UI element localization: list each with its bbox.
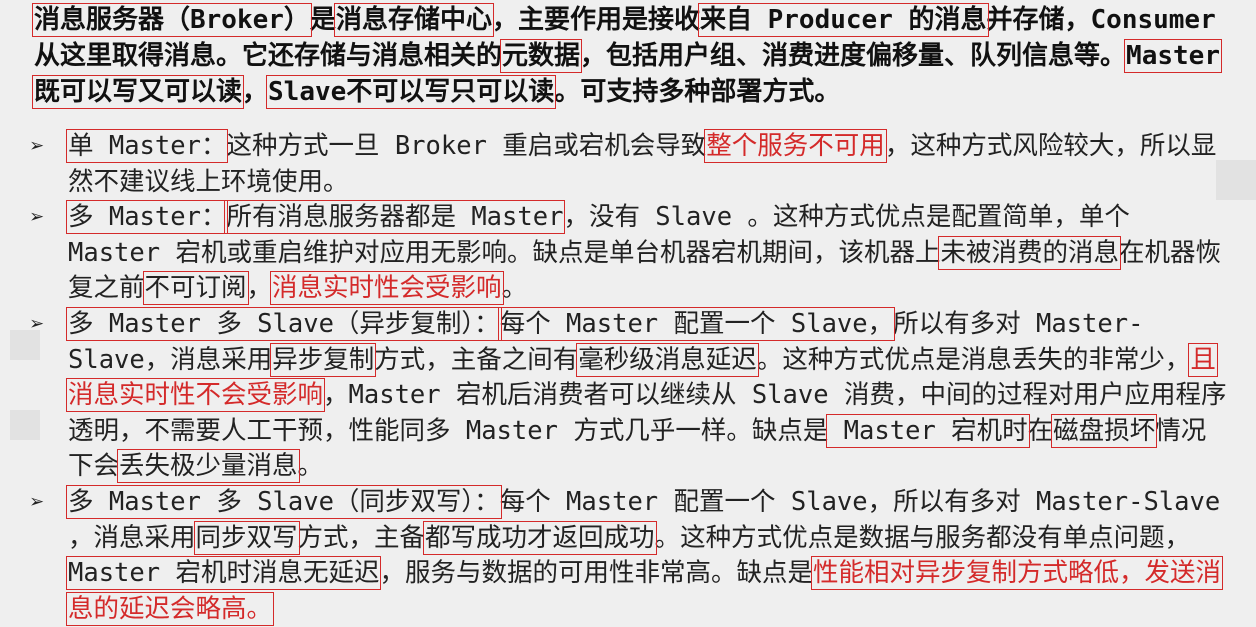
bullet-sync-double-write: ➢ 多 Master 多 Slave（同步双写）：每个 Master 配置一个 … xyxy=(30,484,1223,626)
bullet-async-replication: ➢ 多 Master 多 Slave（异步复制）：每个 Master 配置一个 … xyxy=(30,306,1227,484)
intro-paragraph: 消息服务器（Broker）是消息存储中心，主要作用是接收来自 Producer … xyxy=(32,3,1222,109)
bullet-list: ➢ 单 Master：这种方式一旦 Broker 重启或宕机会导致整个服务不可用… xyxy=(30,129,1230,627)
arrow-bullet-icon: ➢ xyxy=(30,132,45,160)
term-metadata: 元数据 xyxy=(500,39,583,73)
term-broker: 消息服务器（Broker） xyxy=(32,3,312,37)
term-slave-ro: Slave不可以写只可以读 xyxy=(266,75,557,109)
bullet-multi-master: ➢ 多 Master：所有消息服务器都是 Master，没有 Slave 。这种… xyxy=(30,200,1221,306)
arrow-bullet-icon: ➢ xyxy=(30,203,45,232)
slide: 消息服务器（Broker）是消息存储中心，主要作用是接收来自 Producer … xyxy=(0,0,1256,627)
bullet-single-master: ➢ 单 Master：这种方式一旦 Broker 重启或宕机会导致整个服务不可用… xyxy=(30,129,1217,197)
term-storage-center: 消息存储中心 xyxy=(333,3,494,37)
arrow-bullet-icon: ➢ xyxy=(30,309,45,338)
arrow-bullet-icon: ➢ xyxy=(30,487,45,516)
term-from-producer: 来自 Producer 的消息 xyxy=(697,3,989,37)
